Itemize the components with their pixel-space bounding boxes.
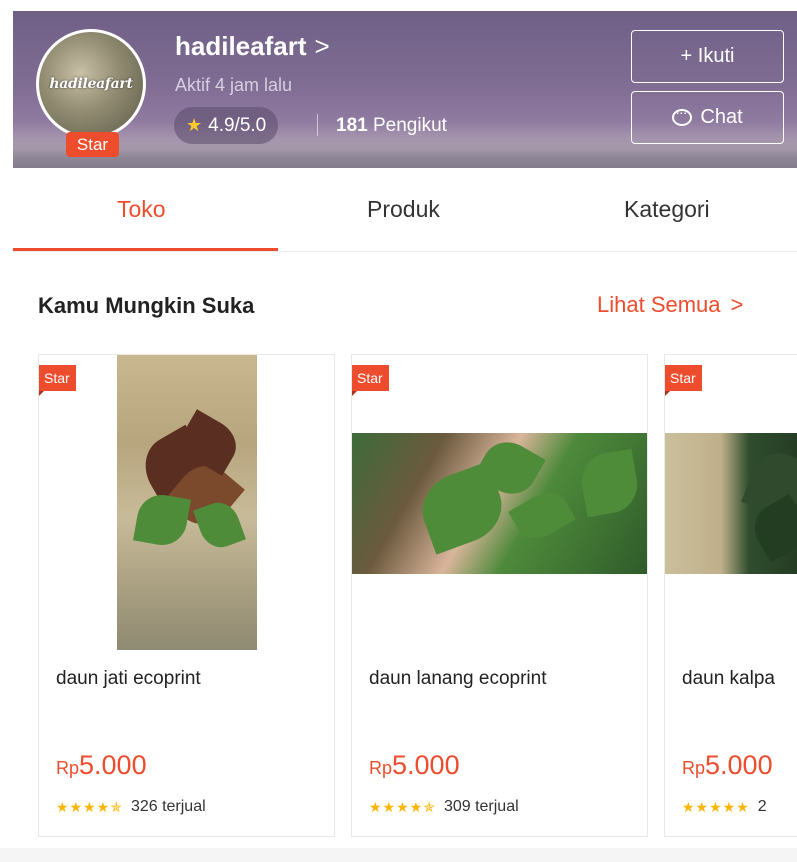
star-icon: ★ [186, 115, 203, 135]
product-price: Rp5.000 [369, 750, 460, 781]
rating-stars-icon: ★★★★✯ [369, 798, 436, 815]
tab-toko[interactable]: Toko [117, 196, 166, 223]
shop-header: hadileafart Star hadileafart > Aktif 4 ja… [13, 11, 797, 168]
sold-count: 309 terjual [443, 798, 519, 815]
see-all-link[interactable]: Lihat Semua > [597, 292, 743, 318]
product-rating: ★★★★★ 2 [682, 798, 767, 816]
chevron-right-icon: > [730, 292, 744, 317]
star-badge: Star [39, 365, 76, 397]
sold-count: 2 [757, 798, 767, 815]
shop-avatar[interactable]: hadileafart [36, 29, 146, 139]
tab-produk[interactable]: Produk [367, 196, 440, 223]
star-badge: Star [352, 365, 389, 397]
chevron-right-icon: > [314, 31, 330, 61]
product-image [117, 355, 257, 650]
price-currency: Rp [369, 758, 393, 778]
product-name: daun jati ecoprint [56, 668, 201, 689]
see-all-label: Lihat Semua [597, 292, 721, 317]
chat-button[interactable]: Chat [631, 91, 784, 144]
divider [317, 114, 318, 136]
price-currency: Rp [682, 758, 706, 778]
shop-active-status: Aktif 4 jam lalu [175, 75, 293, 95]
product-price: Rp5.000 [56, 750, 147, 781]
product-name: daun kalpa [682, 668, 775, 689]
followers-count: 181 [336, 115, 368, 136]
product-image [352, 433, 647, 574]
rating-stars-icon: ★★★★✯ [56, 798, 123, 815]
product-card[interactable]: Star daun lanang ecoprint Rp5.000 ★★★★✯ … [351, 354, 648, 837]
chat-button-label: Chat [700, 106, 743, 128]
shop-name: hadileafart [175, 31, 307, 61]
product-image [665, 433, 797, 574]
shop-followers: 181 Pengikut [336, 115, 447, 137]
product-rating: ★★★★✯ 309 terjual [369, 798, 519, 816]
price-value: 5.000 [705, 750, 773, 780]
rating-stars-icon: ★★★★★ [682, 798, 750, 815]
followers-label: Pengikut [372, 115, 447, 136]
section-title: Kamu Mungkin Suka [38, 293, 255, 318]
chat-bubble-icon [672, 104, 693, 126]
product-card[interactable]: Star daun kalpa Rp5.000 ★★★★★ 2 [664, 354, 797, 837]
price-value: 5.000 [392, 750, 460, 780]
price-currency: Rp [56, 758, 80, 778]
active-tab-indicator [13, 248, 278, 251]
product-card[interactable]: Star daun jati ecoprint Rp5.000 ★★★★✯ 32… [38, 354, 335, 837]
shop-rating: ★ 4.9/5.0 [174, 107, 279, 144]
shop-name-link[interactable]: hadileafart > [175, 31, 330, 62]
product-price: Rp5.000 [682, 750, 773, 781]
price-value: 5.000 [79, 750, 147, 780]
product-rating: ★★★★✯ 326 terjual [56, 798, 206, 816]
shop-tabs: Toko Produk Kategori [13, 168, 797, 252]
tab-kategori[interactable]: Kategori [624, 196, 710, 223]
sold-count: 326 terjual [130, 798, 206, 815]
product-name: daun lanang ecoprint [369, 668, 547, 689]
star-seller-badge: Star [66, 132, 119, 157]
bottom-divider [0, 848, 797, 862]
avatar-logo-text: hadileafart [49, 76, 133, 92]
star-badge: Star [665, 365, 702, 397]
shop-rating-value: 4.9/5.0 [208, 114, 267, 136]
follow-button[interactable]: + Ikuti [631, 30, 784, 83]
